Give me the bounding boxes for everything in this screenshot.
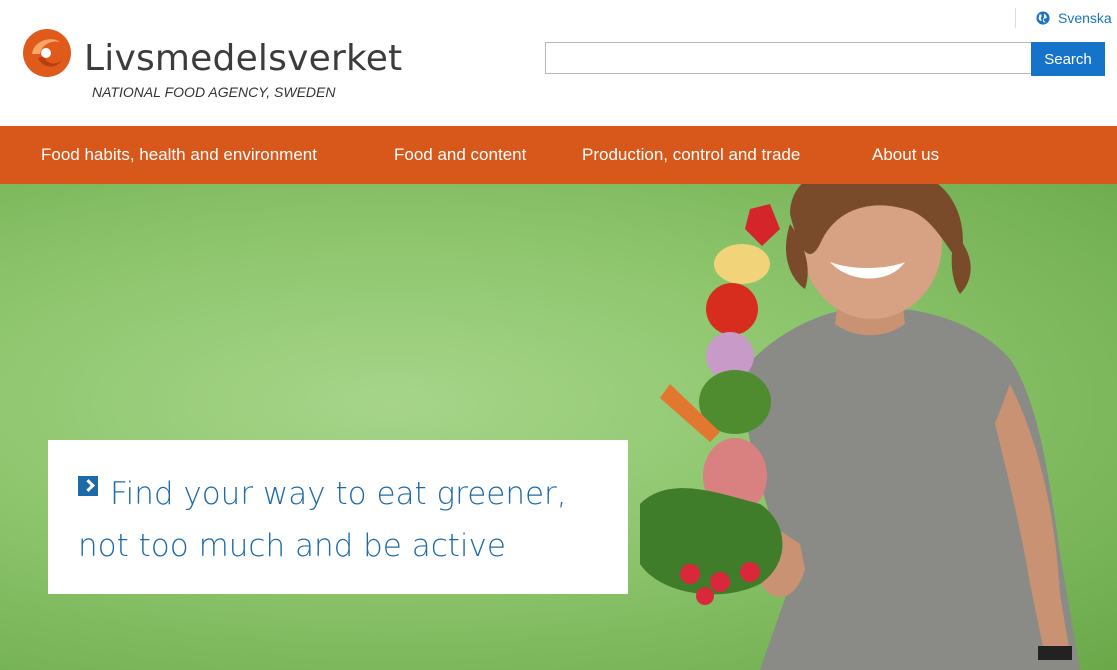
globe-icon <box>1036 11 1050 25</box>
search-input[interactable] <box>545 42 1031 74</box>
main-nav: Food habits, health and environment Food… <box>0 126 1117 184</box>
nav-item-food-content[interactable]: Food and content <box>394 126 526 184</box>
hero-image <box>640 184 1080 670</box>
logo-title: Livsmedelsverket <box>84 38 403 79</box>
nav-item-production[interactable]: Production, control and trade <box>582 126 800 184</box>
site-logo[interactable]: Livsmedelsverket NATIONAL FOOD AGENCY, S… <box>22 28 402 108</box>
site-header: Livsmedelsverket NATIONAL FOOD AGENCY, S… <box>0 0 1117 126</box>
nav-item-about-us[interactable]: About us <box>872 126 939 184</box>
language-switch[interactable]: Svenska <box>1015 8 1112 28</box>
logo-subtitle: NATIONAL FOOD AGENCY, SWEDEN <box>92 84 336 100</box>
nav-item-food-habits[interactable]: Food habits, health and environment <box>41 126 317 184</box>
search-button[interactable]: Search <box>1031 42 1105 76</box>
language-label: Svenska <box>1058 10 1112 26</box>
search-bar: Search <box>545 42 1105 76</box>
promo-card[interactable]: Find your way to eat greener, not too mu… <box>48 440 628 594</box>
promo-link-text[interactable]: Find your way to eat greener, not too mu… <box>78 468 618 572</box>
logo-mark-icon <box>23 29 71 77</box>
hero-banner[interactable]: Find your way to eat greener, not too mu… <box>0 184 1117 670</box>
